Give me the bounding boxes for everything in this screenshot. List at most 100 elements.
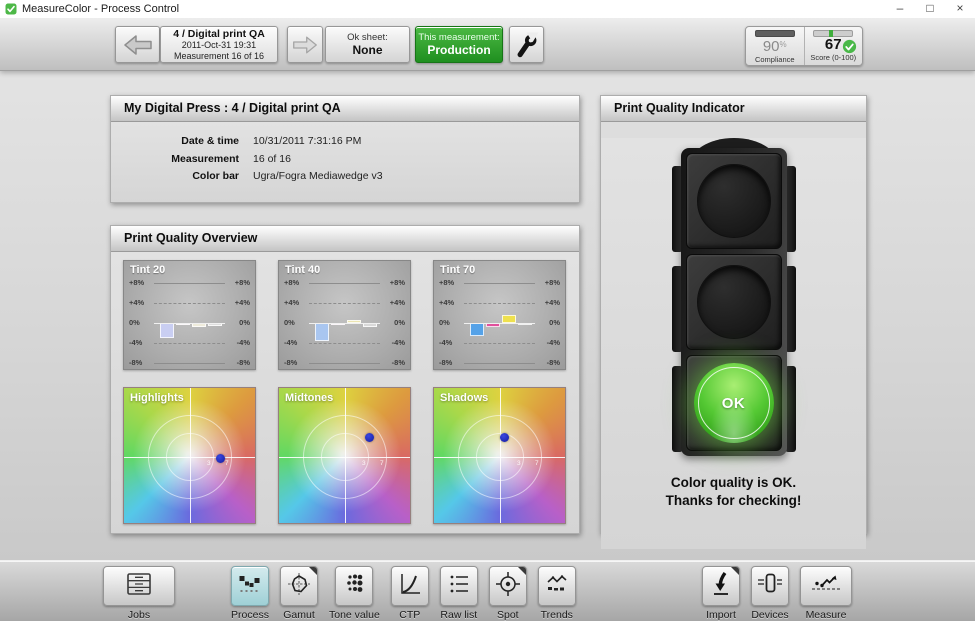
tolerance-circle-label: 7	[380, 460, 384, 467]
this-measurement-value: Production	[427, 43, 490, 57]
tint-chart-tint-40: Tint 40+8%+8%+4%+4%0%0%-4%-4%-8%-8%	[278, 260, 411, 370]
bottom-toolbar-right: ImportDevicesMeasure	[702, 566, 863, 621]
current-job-info[interactable]: 4 / Digital print QA 2011-Oct-31 19:31 M…	[160, 26, 278, 63]
score-value: 67	[825, 37, 842, 53]
toolbar-label-import: Import	[706, 609, 736, 621]
ctp-icon	[398, 572, 422, 601]
toolbar-item-tone-value: Tone value	[329, 566, 380, 621]
ok-sheet-value: None	[353, 43, 383, 57]
y-tick-label: -4%	[392, 338, 405, 347]
info-row-measurement: Measurement 16 of 16	[111, 151, 579, 169]
score-label: Score (0-100)	[810, 53, 856, 62]
toolbar-button-raw-list[interactable]	[440, 566, 478, 606]
toolbar-button-devices[interactable]	[751, 566, 789, 606]
zero-line	[309, 323, 380, 324]
tolerance-circle	[458, 415, 542, 499]
y-tick-label: 0%	[394, 318, 405, 327]
next-measurement-button[interactable]	[287, 26, 323, 63]
compliance-metric: 90% Compliance	[746, 27, 805, 65]
toolbar-button-process[interactable]	[231, 566, 269, 606]
gridline	[309, 283, 380, 284]
measure-icon	[809, 573, 843, 600]
gridline	[154, 303, 225, 304]
y-tick-label: 0%	[439, 318, 450, 327]
previous-measurement-button[interactable]	[115, 26, 160, 63]
compliance-label: Compliance	[755, 55, 795, 64]
toolbar-button-spot[interactable]	[489, 566, 527, 606]
wrench-icon	[515, 32, 539, 58]
ok-sheet-button[interactable]: Ok sheet: None	[325, 26, 410, 63]
zero-line	[154, 323, 225, 324]
toolbar-button-ctp[interactable]	[391, 566, 429, 606]
jobs-icon	[125, 572, 153, 601]
tolerance-circle-label: 3	[207, 460, 211, 467]
y-tick-label: 0%	[284, 318, 295, 327]
traffic-light: OK	[659, 138, 809, 468]
y-tick-label: +4%	[284, 298, 299, 307]
minimize-button[interactable]: –	[885, 0, 915, 18]
arrow-left-icon	[123, 33, 153, 57]
yellow-light-cell	[686, 254, 782, 350]
toolbar-button-trends[interactable]	[538, 566, 576, 606]
score-metric: 67 Score (0-100)	[805, 27, 863, 65]
job-title: 4 / Digital print QA	[173, 28, 265, 40]
toolbar-button-measure[interactable]	[800, 566, 852, 606]
y-tick-label: 0%	[549, 318, 560, 327]
gamut-icon	[287, 572, 311, 601]
y-tick-label: +4%	[390, 298, 405, 307]
info-value: Ugra/Fogra Mediawedge v3	[253, 168, 383, 186]
toolbar-label-trends: Trends	[541, 609, 573, 621]
gridline	[154, 363, 225, 364]
y-tick-label: +8%	[439, 278, 454, 287]
info-row-date-time: Date & time 10/31/2011 7:31:16 PM	[111, 133, 579, 151]
toolbar-item-jobs: Jobs	[103, 566, 175, 621]
compliance-value: 90	[763, 38, 780, 55]
tolerance-circle-label: 7	[535, 460, 539, 467]
indicator-message-line1: Color quality is OK.	[601, 474, 866, 492]
settings-button[interactable]	[509, 26, 544, 63]
y-tick-label: -4%	[547, 338, 560, 347]
y-tick-label: +8%	[129, 278, 144, 287]
info-label: Date & time	[111, 133, 239, 151]
y-tick-label: -8%	[439, 358, 452, 367]
process-icon	[238, 573, 262, 600]
gridline	[464, 343, 535, 344]
this-measurement-label: This measurement:	[418, 32, 499, 43]
y-tick-label: 0%	[239, 318, 250, 327]
print-quality-overview-panel: Print Quality Overview Tint 20+8%+8%+4%+…	[110, 225, 580, 534]
toolbar-item-devices: Devices	[751, 566, 789, 621]
toolbar-label-process: Process	[231, 609, 269, 621]
import-icon	[709, 571, 733, 602]
toolbar-button-gamut[interactable]	[280, 566, 318, 606]
gridline	[464, 303, 535, 304]
y-tick-label: +8%	[390, 278, 405, 287]
tolerance-circle-label: 7	[225, 460, 229, 467]
toolbar-button-import[interactable]	[702, 566, 740, 606]
gamut-chart-midtones: 37Midtones	[278, 387, 411, 524]
gridline	[154, 283, 225, 284]
maximize-button[interactable]: □	[915, 0, 945, 18]
gridline	[464, 283, 535, 284]
this-measurement-button[interactable]: This measurement: Production	[415, 26, 503, 63]
toolbar-item-raw-list: Raw list	[440, 566, 478, 621]
traffic-light-body: OK	[681, 148, 787, 456]
close-button[interactable]: ×	[945, 0, 975, 18]
tone-value-icon	[342, 572, 366, 601]
job-measurement: Measurement 16 of 16	[174, 51, 264, 62]
y-tick-label: +8%	[545, 278, 560, 287]
y-tick-label: +8%	[284, 278, 299, 287]
gridline	[309, 343, 380, 344]
y-tick-label: -4%	[237, 338, 250, 347]
toolbar-label-tone-value: Tone value	[329, 609, 380, 621]
title-bar: MeasureColor - Process Control – □ ×	[0, 0, 975, 18]
toolbar-button-jobs[interactable]	[103, 566, 175, 606]
bar-cyan	[470, 323, 484, 336]
red-light-cell	[686, 153, 782, 249]
toolbar-button-tone-value[interactable]	[335, 566, 373, 606]
y-tick-label: -8%	[237, 358, 250, 367]
gridline	[154, 343, 225, 344]
overview-title: Print Quality Overview	[111, 226, 579, 252]
press-info-title: My Digital Press : 4 / Digital print QA	[111, 96, 579, 122]
chart-title: Midtones	[285, 392, 333, 404]
ok-sheet-label: Ok sheet:	[347, 32, 388, 43]
